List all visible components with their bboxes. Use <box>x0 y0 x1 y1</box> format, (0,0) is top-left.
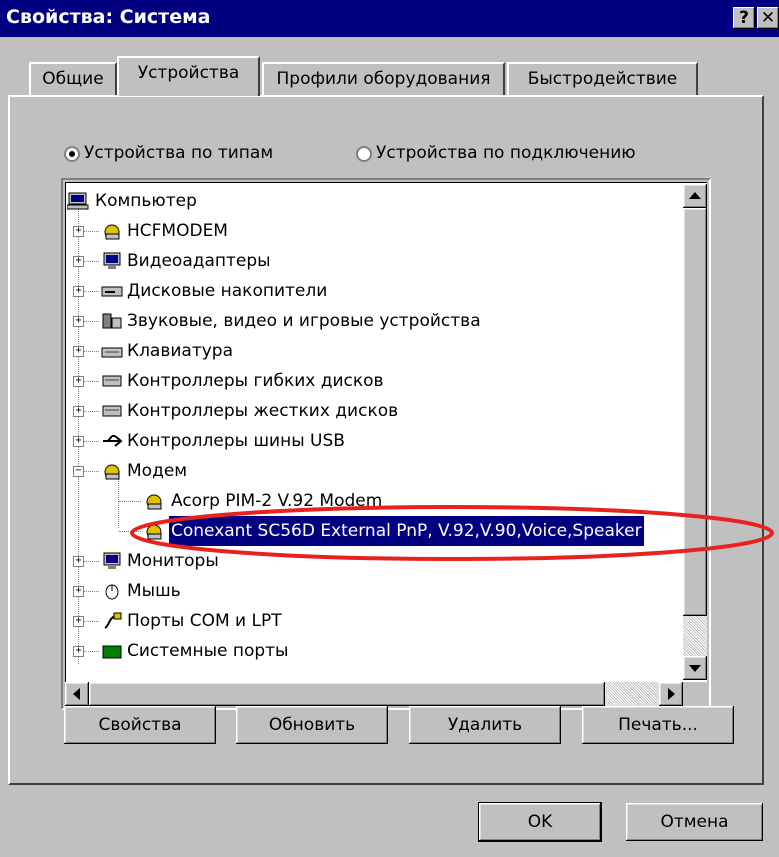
device-tree[interactable]: Компьютер + HCFMODEM + Видеоадаптеры + Дисков… <box>61 178 711 710</box>
radio-by-type-label: Устройства по типам <box>84 143 274 163</box>
sound-device-icon <box>102 313 122 329</box>
expander-icon[interactable]: + <box>73 436 84 447</box>
tree-item[interactable]: + Мониторы <box>65 546 681 576</box>
tree-item-label: Клавиатура <box>127 341 234 361</box>
tree-item-label: Мышь <box>127 581 181 601</box>
tree-item-label: Мониторы <box>127 551 219 571</box>
tree-item-label: Модем <box>127 461 188 481</box>
tree-child-label: Acorp PIM-2 V.92 Modem <box>171 491 383 511</box>
help-button[interactable]: ? <box>733 7 755 29</box>
expander-icon[interactable]: − <box>73 466 84 477</box>
tab-devices-label: Устройства <box>137 63 240 83</box>
scroll-up-button[interactable] <box>683 184 707 208</box>
monitor-icon <box>103 552 121 569</box>
tree-item[interactable]: + Видеоадаптеры <box>65 246 681 276</box>
tree-child-label: Conexant SC56D External PnP, V.92,V.90,V… <box>169 516 644 546</box>
horizontal-scroll-thumb[interactable] <box>89 682 605 706</box>
tree-item[interactable]: + Контроллеры жестких дисков <box>65 396 681 426</box>
scroll-down-button[interactable] <box>683 656 707 680</box>
system-port-icon <box>102 645 122 659</box>
tree-item[interactable]: + Контроллеры гибких дисков <box>65 366 681 396</box>
hdd-controller-icon <box>102 405 122 417</box>
properties-button[interactable]: Свойства <box>64 706 216 744</box>
tree-item[interactable]: − Модем <box>65 456 681 486</box>
computer-icon <box>67 192 89 210</box>
radio-by-type[interactable]: Устройства по типам <box>64 143 314 167</box>
scroll-corner <box>683 682 707 706</box>
tree-item[interactable]: + Дисковые накопители <box>65 276 681 306</box>
tree-item-selected[interactable]: Conexant SC56D External PnP, V.92,V.90,V… <box>65 516 681 546</box>
tree-root-label: Компьютер <box>95 191 197 211</box>
title-bar[interactable]: Свойства: Система ? ✕ <box>0 0 779 37</box>
expander-icon[interactable]: + <box>73 226 84 237</box>
expander-icon[interactable]: + <box>73 286 84 297</box>
tree-item-child[interactable]: Acorp PIM-2 V.92 Modem <box>65 486 681 516</box>
scroll-right-button[interactable] <box>659 682 683 706</box>
tree-item[interactable]: + Клавиатура <box>65 336 681 366</box>
tree-item-label: Порты COM и LPT <box>127 611 282 631</box>
expander-icon[interactable]: + <box>73 256 84 267</box>
tree-item-label: Системные порты <box>127 641 289 661</box>
radio-by-connection[interactable]: Устройства по подключению <box>356 143 676 167</box>
tree-item[interactable]: + Контроллеры шины USB <box>65 426 681 456</box>
port-icon <box>104 612 122 629</box>
tree-item-label: Звуковые, видео и игровые устройства <box>127 311 481 331</box>
modem-icon <box>104 464 120 480</box>
print-button[interactable]: Печать... <box>582 706 734 744</box>
ok-button[interactable]: OK <box>479 803 601 841</box>
expander-icon[interactable]: + <box>73 316 84 327</box>
close-button[interactable]: ✕ <box>757 7 779 29</box>
tree-item[interactable]: + Системные порты <box>65 636 681 666</box>
tab-devices[interactable]: Устройства <box>117 56 260 96</box>
expander-icon[interactable]: + <box>73 586 84 597</box>
usb-icon <box>103 435 123 447</box>
tree-item-label: Дисковые накопители <box>127 281 328 301</box>
monitor-icon <box>103 252 121 269</box>
tab-performance[interactable]: Быстродействие <box>507 62 698 95</box>
floppy-controller-icon <box>102 375 122 387</box>
expander-icon[interactable]: + <box>73 346 84 357</box>
refresh-button[interactable]: Обновить <box>236 706 388 744</box>
tab-hardware-profiles-label: Профили оборудования <box>276 69 491 89</box>
tree-item-label: Контроллеры жестких дисков <box>127 401 399 421</box>
radio-by-connection-label: Устройства по подключению <box>376 143 636 163</box>
tree-root[interactable]: Компьютер <box>65 186 705 216</box>
expander-icon[interactable]: + <box>73 616 84 627</box>
keyboard-icon <box>101 347 123 358</box>
tree-item-label: HCFMODEM <box>127 221 228 241</box>
tree-item[interactable]: + Звуковые, видео и игровые устройства <box>65 306 681 336</box>
tree-item[interactable]: + Порты COM и LPT <box>65 606 681 636</box>
tab-general[interactable]: Общие <box>29 62 117 95</box>
modem-icon <box>146 494 162 510</box>
tree-item[interactable]: + HCFMODEM <box>65 216 681 246</box>
tree-item-label: Контроллеры гибких дисков <box>127 371 384 391</box>
tree-item[interactable]: + Мышь <box>65 576 681 606</box>
radio-by-connection-dot[interactable] <box>356 146 372 162</box>
remove-button[interactable]: Удалить <box>409 706 561 744</box>
expander-icon[interactable]: + <box>73 406 84 417</box>
tree-item-label: Контроллеры шины USB <box>127 431 345 451</box>
expander-icon[interactable]: + <box>73 376 84 387</box>
modem-icon <box>104 224 120 240</box>
cancel-button[interactable]: Отмена <box>626 803 763 841</box>
tab-performance-label: Быстродействие <box>527 69 678 89</box>
modem-icon <box>146 524 162 540</box>
device-tree-viewport: Компьютер + HCFMODEM + Видеоадаптеры + Дисков… <box>65 182 707 706</box>
window-title: Свойства: Система <box>6 6 211 28</box>
tab-general-label: Общие <box>42 69 104 89</box>
mouse-icon <box>105 584 119 600</box>
expander-icon[interactable]: + <box>73 646 84 657</box>
scroll-left-button[interactable] <box>65 682 89 706</box>
tab-hardware-profiles[interactable]: Профили оборудования <box>262 62 505 95</box>
vertical-scroll-thumb[interactable] <box>683 208 707 616</box>
expander-icon[interactable]: + <box>73 556 84 567</box>
radio-by-type-dot[interactable] <box>64 146 80 162</box>
tree-item-label: Видеоадаптеры <box>127 251 271 271</box>
disk-drive-icon <box>101 286 123 297</box>
